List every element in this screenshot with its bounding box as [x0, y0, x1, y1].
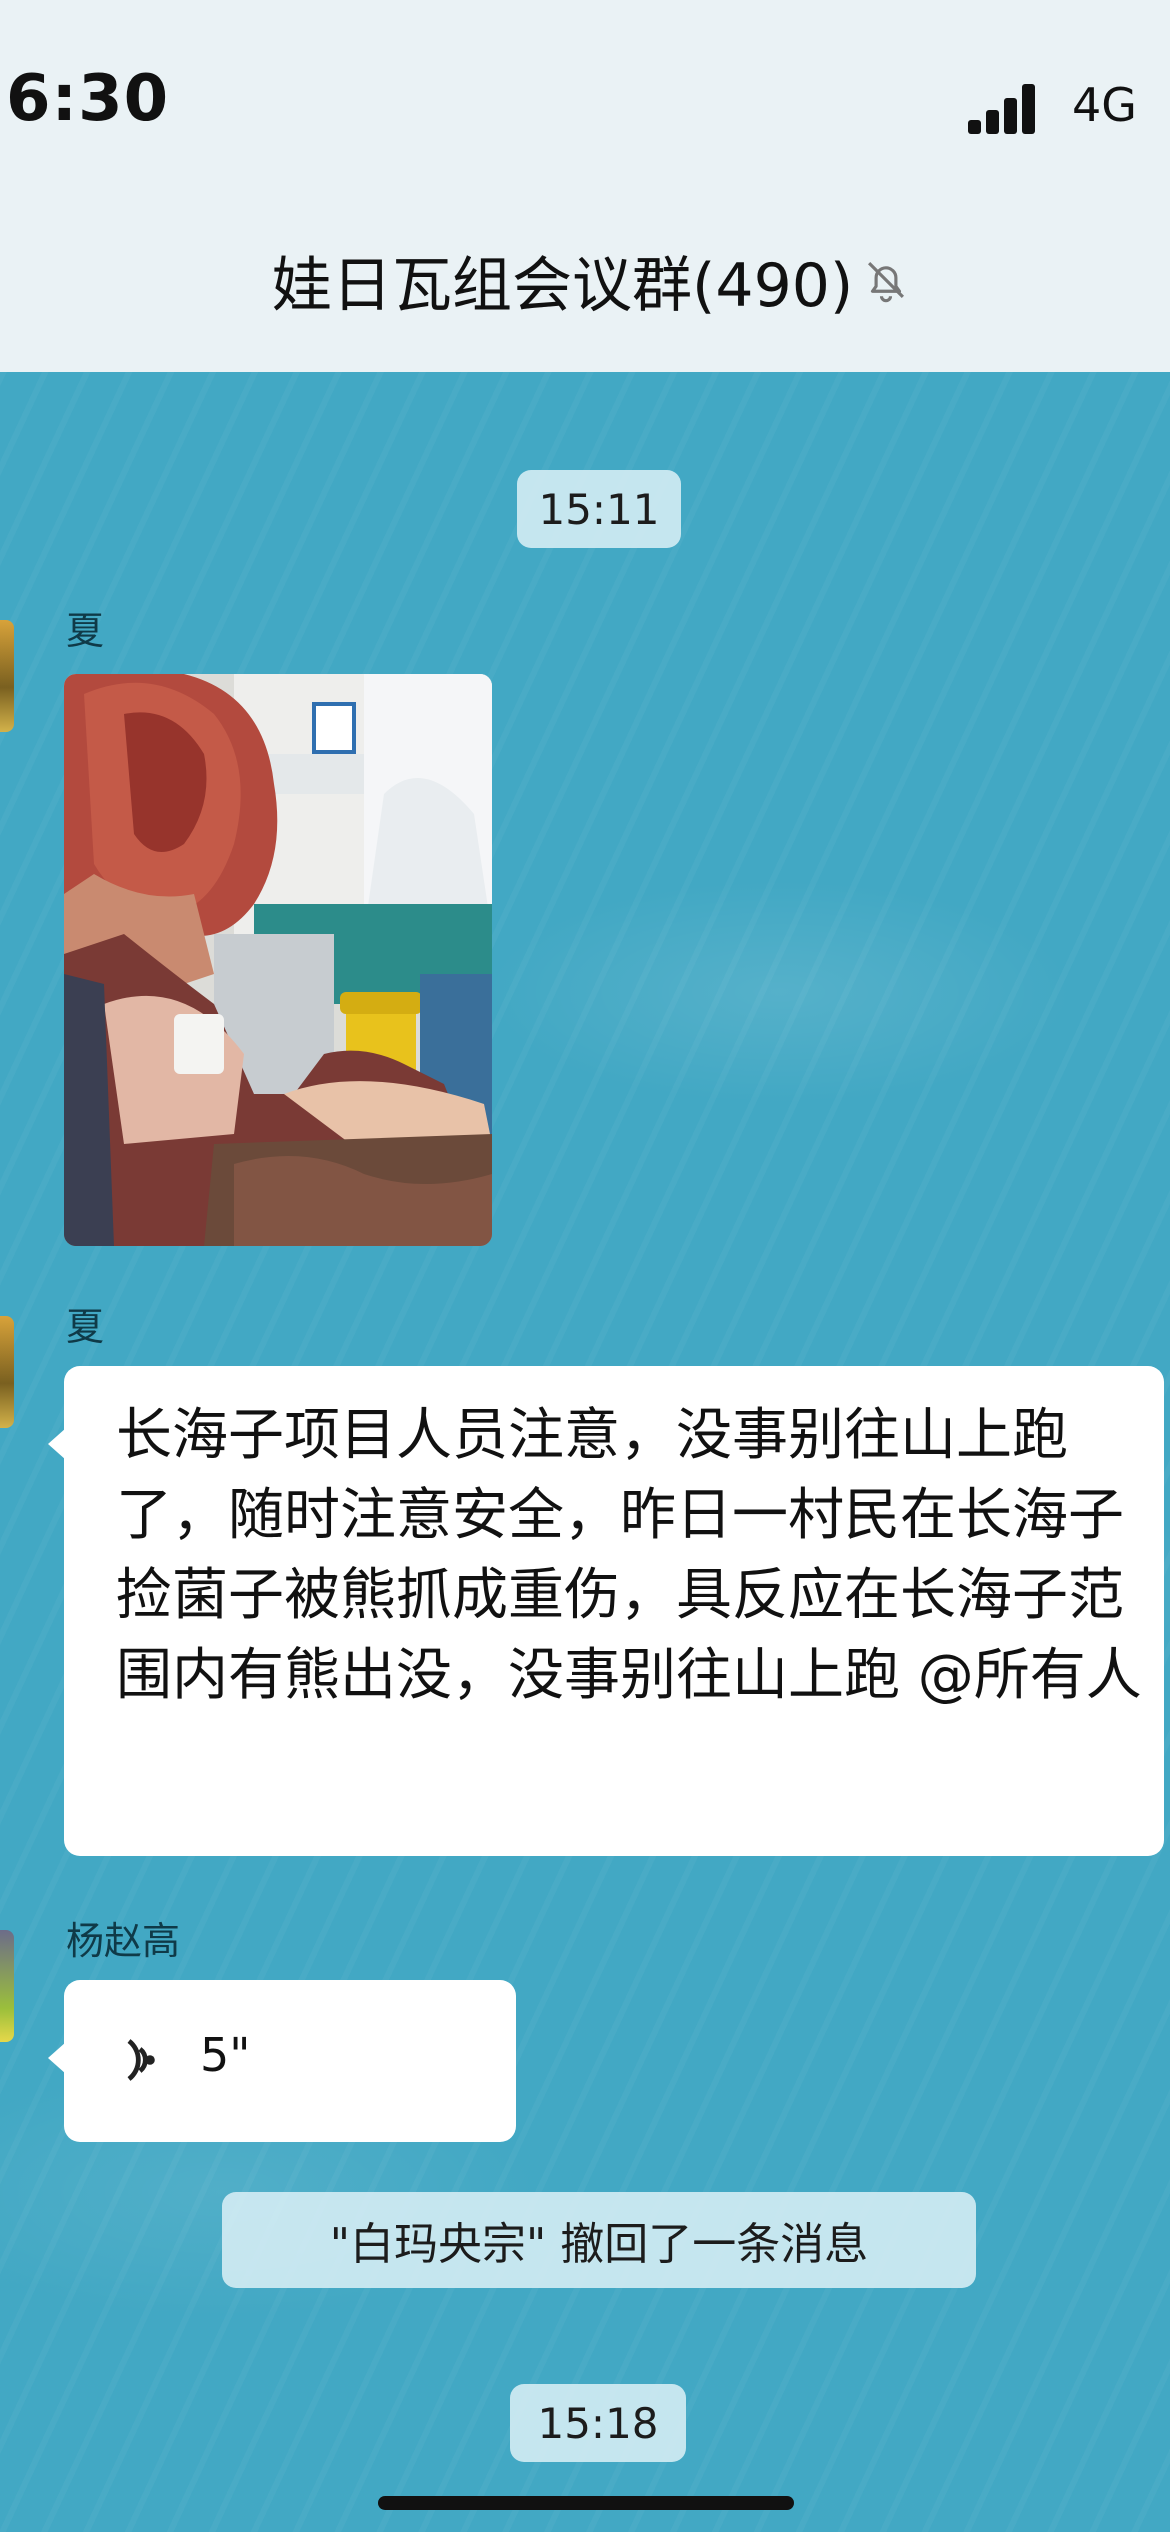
group-title[interactable]: 娃日瓦组会议群(490) [272, 240, 913, 321]
group-name: 娃日瓦组会议群(490) [272, 250, 854, 321]
voice-message-bubble[interactable]: 5" [48, 1980, 516, 2142]
voice-wave-icon [127, 2039, 155, 2081]
signal-strength-icon [968, 78, 1048, 134]
message-text: 长海子项目人员注意，没事别往山上跑了，随时注意安全，昨日一村民在长海子捡菌子被熊… [116, 1403, 1142, 1708]
sender-name: 杨赵高 [66, 1919, 181, 1963]
timestamp-divider: 15:11 [517, 470, 681, 548]
text-message-bubble[interactable]: 长海子项目人员注意，没事别往山上跑了，随时注意安全，昨日一村民在长海子捡菌子被熊… [48, 1366, 1164, 1856]
voice-duration: 5" [200, 2028, 251, 2082]
status-time: 6:30 [6, 62, 170, 136]
injury-photo [64, 674, 492, 1246]
sender-name: 夏 [66, 609, 105, 653]
home-indicator[interactable] [378, 2496, 794, 2510]
sender-avatar[interactable] [0, 620, 14, 732]
sender-avatar[interactable] [0, 1930, 14, 2042]
chat-header: 6:30 4G 娃日瓦组会议群(490) [0, 0, 1170, 372]
sender-name: 夏 [66, 1305, 105, 1349]
network-type: 4G [1072, 78, 1137, 132]
image-message[interactable] [64, 674, 492, 1246]
bell-slash-icon [868, 262, 905, 303]
sender-avatar[interactable] [0, 1316, 14, 1428]
recall-notice: "白玛央宗" 撤回了一条消息 [222, 2192, 976, 2288]
timestamp-divider: 15:18 [510, 2384, 686, 2462]
